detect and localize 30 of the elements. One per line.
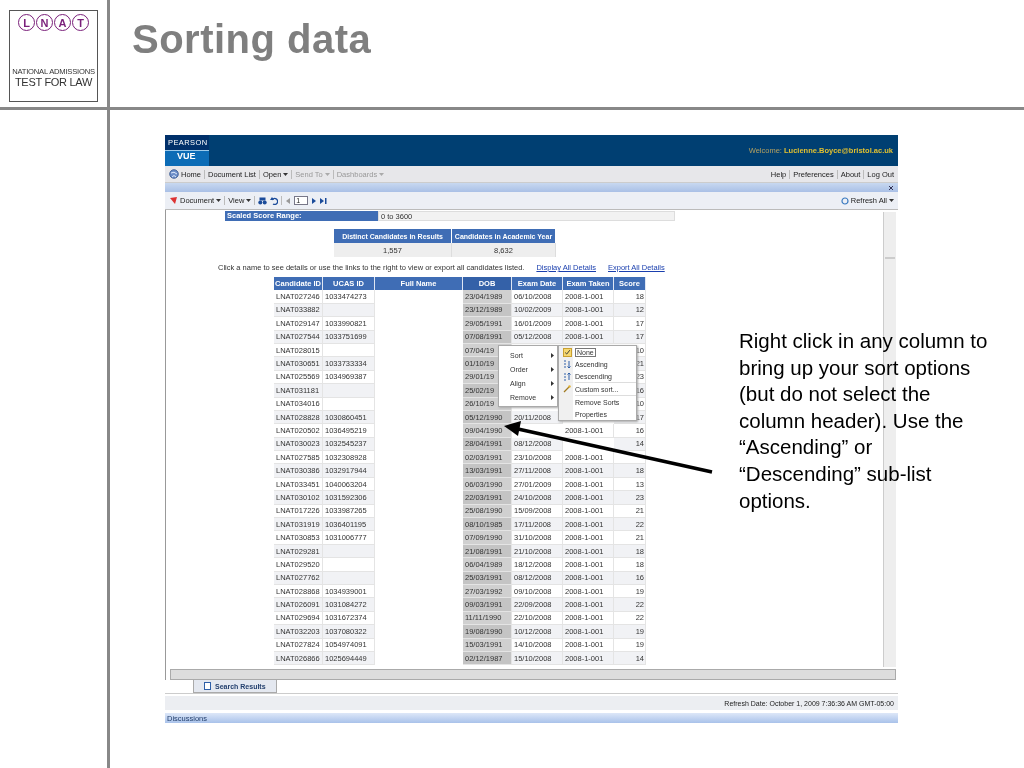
undo-icon[interactable] [270,196,279,205]
last-page-icon[interactable] [320,197,328,204]
submenu-arrow-icon [551,380,554,386]
refresh-icon [840,196,849,205]
scrollbar[interactable] [170,669,896,680]
caret-icon [216,199,222,202]
caret-icon [889,199,894,202]
next-page-icon[interactable] [311,197,318,204]
table-cell [323,397,375,411]
submenu-arrow-icon [551,366,554,372]
table-cell [323,384,375,398]
binoculars-icon[interactable] [258,196,268,205]
logo-text: TEST FOR LAW [14,76,93,89]
submenu-arrow-icon [551,352,554,358]
sort-descending-icon [563,371,571,381]
caret-icon [283,172,289,176]
caret-icon [379,172,385,176]
table-cell [323,558,375,572]
sort-ascending-icon [563,359,571,369]
note-text: Right click in any column to bring up your sort options (but do not select the column header). Use the “Ascending” or “Descending” sub-list options. [739,328,989,514]
check-icon [562,347,572,357]
slide-title: Sorting data [131,16,372,62]
document-icon [169,196,178,205]
caret-icon [246,199,252,202]
document-icon [204,682,211,690]
caret-icon [324,172,330,176]
wand-icon [563,385,571,393]
submenu-arrow-icon [551,394,554,400]
close-icon[interactable] [888,184,894,191]
globe-icon [169,169,179,179]
